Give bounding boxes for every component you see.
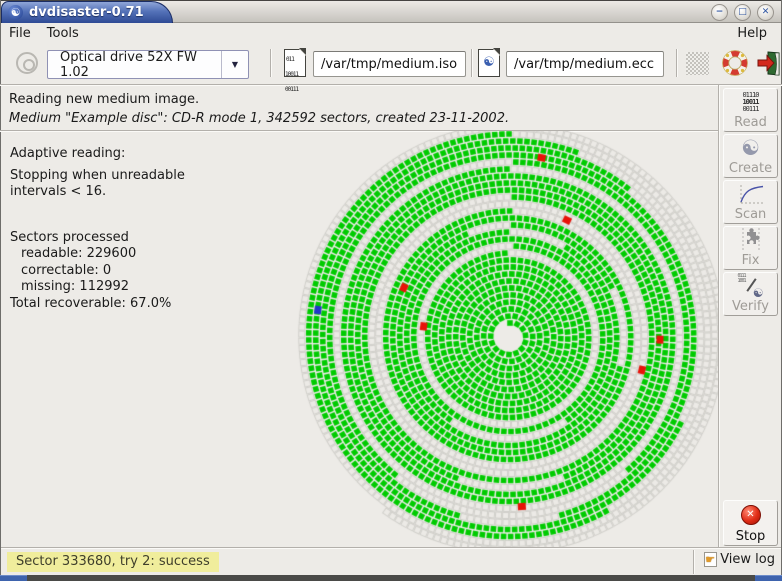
help-button[interactable] [722, 50, 748, 76]
scan-curve-icon [724, 181, 777, 207]
scan-label: Scan [734, 207, 767, 222]
info-correctable: correctable: 0 [21, 262, 112, 278]
titlebar[interactable]: ☯ dvdisaster-0.71 − □ ✕ [1, 1, 781, 23]
lifebuoy-icon [722, 50, 748, 76]
resize-corner-right[interactable] [755, 575, 782, 581]
view-log-button[interactable]: ☛ View log [704, 552, 775, 567]
fix-puzzle-icon [724, 227, 777, 253]
title-tab: ☯ dvdisaster-0.71 [1, 1, 173, 23]
stop-icon: ✕ [724, 501, 777, 529]
toolbar: Optical drive 52X FW 1.02 ▼ 011 10011 0011… [1, 43, 782, 93]
view-log-label: View log [720, 552, 775, 567]
info-title: Adaptive reading: [10, 146, 126, 161]
info-total-recoverable: Total recoverable: 67.0% [10, 295, 172, 311]
create-label: Create [728, 161, 773, 176]
statusbar-separator [693, 550, 695, 574]
quit-button[interactable] [756, 50, 782, 76]
info-stopping-line2: intervals < 16. [10, 184, 107, 199]
ecc-file-icon: ☯ [478, 48, 500, 77]
minimize-button[interactable]: − [711, 4, 728, 21]
menu-help[interactable]: Help [729, 25, 775, 42]
verify-button: 0111 1001 ☯ Verify [723, 272, 778, 316]
stop-label: Stop [735, 529, 766, 544]
window-controls: − □ ✕ [711, 4, 774, 21]
drive-selector-arrow[interactable]: ▼ [221, 51, 248, 78]
toolbar-separator [270, 49, 272, 77]
info-missing: missing: 112992 [21, 279, 130, 294]
close-button[interactable]: ✕ [757, 4, 774, 21]
iso-path-input[interactable] [313, 51, 466, 77]
toolbar-separator [676, 49, 678, 77]
create-button: ☯ Create [723, 134, 778, 178]
app-logo-icon: ☯ [8, 5, 23, 20]
menu-file[interactable]: File [1, 25, 39, 42]
status-header: Reading new medium image. Medium "Exampl… [1, 86, 718, 130]
drive-selector[interactable]: Optical drive 52X FW 1.02 ▼ [47, 49, 249, 80]
verify-label: Verify [732, 299, 769, 314]
maximize-button[interactable]: □ [734, 4, 751, 21]
read-label: Read [734, 115, 767, 130]
menubar: File Tools Help [1, 24, 781, 43]
preferences-button-disabled [686, 52, 709, 75]
verify-yinyang: ☯ [752, 286, 764, 300]
fix-button: Fix [723, 226, 778, 270]
window-bottom-border [0, 575, 782, 581]
scan-button: Scan [723, 180, 778, 224]
status-message: Sector 333680, try 2: success [7, 552, 219, 572]
toolbar-separator [471, 49, 473, 77]
read-icon: 01110 10011 00111 [742, 90, 759, 113]
app-window: ☯ dvdisaster-0.71 − □ ✕ File Tools Help … [0, 0, 782, 581]
optical-disc-icon [16, 52, 38, 74]
stop-button[interactable]: ✕ Stop [723, 500, 778, 546]
sector-spiral-visualization [290, 131, 718, 547]
page-fold [299, 48, 306, 56]
exit-door-icon [757, 51, 780, 76]
window-title: dvdisaster-0.71 [29, 5, 144, 20]
read-button: 01110 10011 00111 Read [723, 88, 778, 132]
ecc-path-input[interactable] [506, 51, 664, 77]
menu-tools[interactable]: Tools [39, 25, 87, 42]
info-readable: readable: 229600 [21, 246, 137, 261]
chevron-down-icon: ▼ [231, 60, 239, 69]
info-stopping-line1: Stopping when unreadable [10, 167, 185, 183]
header-line2: Medium "Example disc": CD-R mode 1, 3425… [9, 111, 510, 126]
info-sectors-header: Sectors processed [10, 229, 129, 245]
action-sidebar: 01110 10011 00111 Read ☯ Create Scan Fix… [718, 85, 781, 547]
log-document-icon: ☛ [704, 552, 718, 567]
reading-info-panel: Adaptive reading: Stopping when unreadab… [10, 146, 280, 312]
pointing-hand-icon: ☛ [705, 553, 716, 566]
create-yinyang-icon: ☯ [741, 136, 760, 160]
header-line1: Reading new medium image. [9, 92, 200, 107]
resize-corner-left[interactable] [0, 575, 27, 581]
fix-label: Fix [741, 253, 760, 268]
iso-file-icon: 011 10011 00111 [284, 48, 306, 93]
page-fold [493, 48, 500, 56]
statusbar: Sector 333680, try 2: success ☛ View log [1, 547, 781, 575]
drive-selector-value: Optical drive 52X FW 1.02 [60, 49, 197, 80]
verify-icon: 0111 1001 ☯ [737, 273, 764, 301]
